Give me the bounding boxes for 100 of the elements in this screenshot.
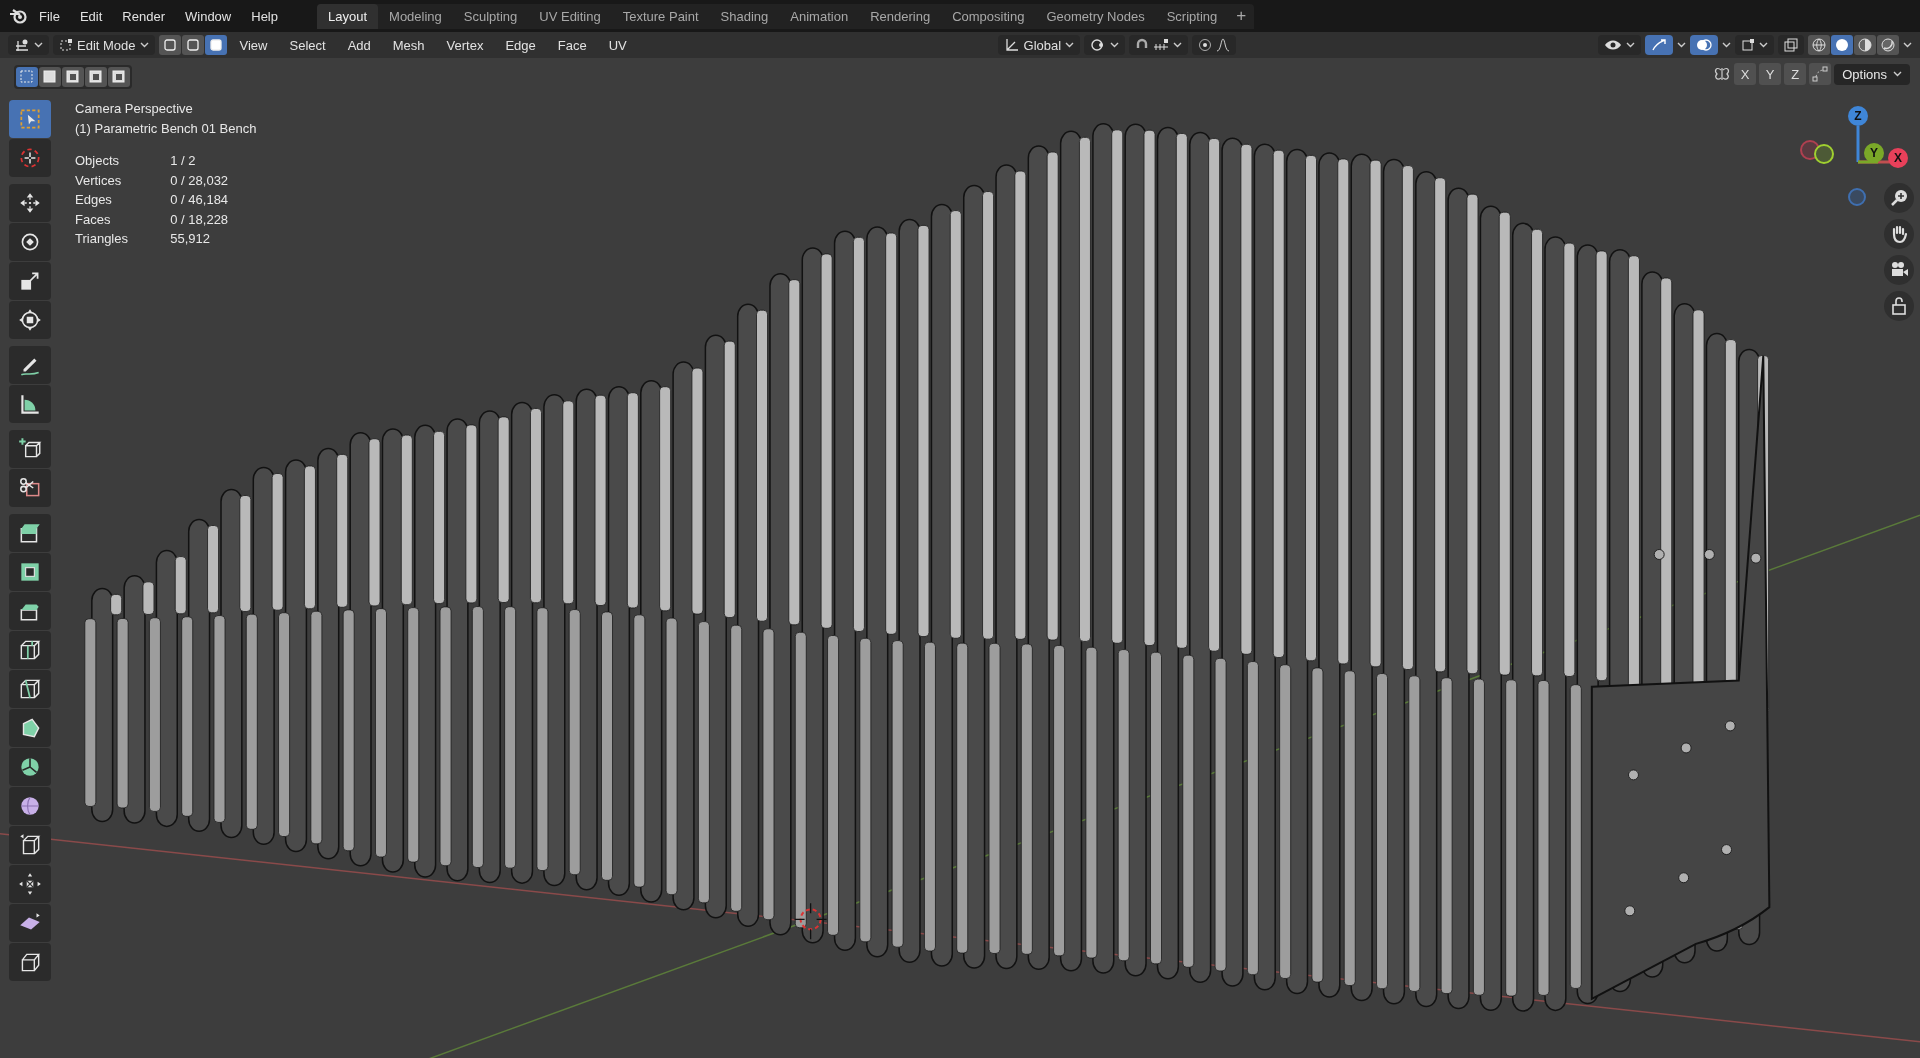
tool-button[interactable]	[9, 865, 51, 903]
face-select-button[interactable]	[204, 35, 227, 55]
tool-button[interactable]	[9, 301, 51, 339]
workspace-tab[interactable]: Layout	[317, 3, 379, 29]
shading-button[interactable]	[1854, 35, 1876, 55]
snap-dropdown[interactable]	[1129, 35, 1189, 55]
menu-item[interactable]: Help	[242, 4, 287, 28]
chevron-icon	[1110, 42, 1120, 48]
options-dropdown[interactable]: Options	[1834, 63, 1910, 85]
pan-button[interactable]	[1884, 219, 1914, 249]
tool-button[interactable]	[9, 430, 51, 468]
auto-merge-toggle[interactable]	[1809, 63, 1832, 85]
orientation-dropdown[interactable]: Global	[997, 35, 1081, 55]
tool-button[interactable]	[9, 826, 51, 864]
negative-x-handle[interactable]	[1800, 140, 1820, 160]
negative-y-handle[interactable]	[1814, 144, 1834, 164]
tool-button[interactable]	[9, 592, 51, 630]
tool-button[interactable]	[9, 553, 51, 591]
workspace-tab[interactable]: Rendering	[859, 3, 942, 29]
xray-toggle[interactable]	[1778, 35, 1804, 55]
mirror-axis-toggle[interactable]: Z	[1784, 63, 1807, 85]
header-menu[interactable]: Select	[280, 35, 335, 55]
menu-item[interactable]: Render	[113, 4, 174, 28]
header-menu[interactable]: View	[230, 35, 277, 55]
header-menu[interactable]: UV	[599, 35, 636, 55]
workspace-tab[interactable]: Animation	[779, 3, 860, 29]
selection-mode-button[interactable]	[85, 67, 107, 87]
tool-button[interactable]	[9, 709, 51, 747]
shading-button[interactable]	[1831, 35, 1853, 55]
mirror-axis-toggle[interactable]: Y	[1759, 63, 1782, 85]
workspace-tab[interactable]: Geometry Nodes	[1035, 3, 1156, 29]
overlapping-squares-icon	[1784, 38, 1798, 52]
mesh-edit-overlays-dropdown[interactable]	[1735, 35, 1774, 55]
workspace-tab[interactable]: Sculpting	[452, 3, 529, 29]
stat-label: Objects	[75, 152, 121, 170]
proportional-edit-dropdown[interactable]	[1192, 35, 1237, 55]
tool-button[interactable]	[9, 631, 51, 669]
mirror-axis-toggle[interactable]: X	[1734, 63, 1757, 85]
stat-label: Vertices	[75, 171, 123, 190]
x-axis-handle[interactable]: X	[1888, 148, 1908, 168]
rendered-sphere-icon	[1881, 38, 1895, 52]
blender-logo-icon[interactable]	[8, 7, 28, 25]
edge-select-button[interactable]	[181, 35, 204, 55]
tool-button[interactable]	[9, 184, 51, 222]
wireframe-sphere-icon	[1812, 38, 1826, 52]
header-menu[interactable]: Vertex	[437, 35, 493, 55]
tool-button[interactable]	[9, 469, 51, 507]
selection-mode-button[interactable]	[62, 67, 84, 87]
selection-mode-button[interactable]	[39, 67, 61, 87]
tool-button[interactable]	[9, 670, 51, 708]
vertex-mode-icon	[162, 38, 177, 52]
workspace-tab[interactable]: Texture Paint	[611, 3, 710, 29]
z-axis-handle[interactable]: Z	[1848, 106, 1868, 126]
workspace-tab[interactable]: Modeling	[378, 3, 453, 29]
overlays-toggle[interactable]	[1690, 35, 1718, 55]
tool-button[interactable]	[9, 904, 51, 942]
workspace-tab[interactable]: Compositing	[941, 3, 1036, 29]
tool-button[interactable]	[9, 346, 51, 384]
tool-button[interactable]	[9, 385, 51, 423]
shading-button[interactable]	[1808, 35, 1830, 55]
workspace-tab[interactable]: UV Editing	[528, 3, 612, 29]
negative-z-handle[interactable]	[1848, 188, 1866, 206]
header-menu[interactable]: Mesh	[383, 35, 434, 55]
workspace-tab[interactable]: Scripting	[1155, 3, 1229, 29]
pivot-dropdown[interactable]	[1084, 35, 1126, 55]
add-workspace-button[interactable]: +	[1228, 3, 1255, 29]
lock-button[interactable]	[1884, 291, 1914, 321]
snap-increment-icon	[1153, 38, 1170, 52]
mode-dropdown[interactable]: Edit Mode	[53, 35, 155, 55]
tool-button[interactable]	[9, 748, 51, 786]
tool-button[interactable]	[9, 223, 51, 261]
stat-label: Triangles	[75, 230, 129, 249]
menu-item[interactable]: File	[30, 4, 69, 28]
zoom-button[interactable]	[1884, 183, 1914, 213]
header-menu[interactable]: Edge	[496, 35, 545, 55]
vertex-select-button[interactable]	[158, 35, 181, 55]
camera-view-button[interactable]	[1884, 255, 1914, 285]
tool-button[interactable]	[9, 787, 51, 825]
tool-button[interactable]	[9, 943, 51, 981]
shading-button[interactable]	[1877, 35, 1899, 55]
tool-button[interactable]	[9, 262, 51, 300]
stat-value: 0 / 28,032	[170, 171, 230, 190]
y-axis-handle[interactable]: Y	[1864, 143, 1884, 163]
selection-mode-button[interactable]	[108, 67, 130, 87]
visibility-dropdown[interactable]	[1598, 35, 1641, 55]
editor-type-button[interactable]	[8, 35, 49, 55]
vertex-square-icon	[59, 38, 73, 52]
butterfly-mirror-icon[interactable]	[1713, 65, 1732, 83]
workspace-tab[interactable]: Shading	[709, 3, 780, 29]
menu-item[interactable]: Window	[176, 4, 241, 28]
gizmo-toggle[interactable]	[1645, 35, 1673, 55]
tool-button[interactable]	[9, 514, 51, 552]
header-menu[interactable]: Add	[338, 35, 380, 55]
selection-mode-button[interactable]	[16, 67, 38, 87]
menu-item[interactable]: Edit	[70, 4, 112, 28]
chevron-icon	[1759, 42, 1768, 48]
header-menu[interactable]: Face	[548, 35, 596, 55]
union-squares-icon	[42, 69, 58, 85]
chevron-icon	[1903, 42, 1912, 48]
3d-viewport[interactable]: X Y Z Options Camera Perspective (1) Parametric Bench 01 Bench Objects 1 / 2 Vertices 0 / 28,032 Edges 0 / 46,184 Faces 0 / 18,228 Triangles 55,912 Z Y X	[0, 58, 1920, 1058]
